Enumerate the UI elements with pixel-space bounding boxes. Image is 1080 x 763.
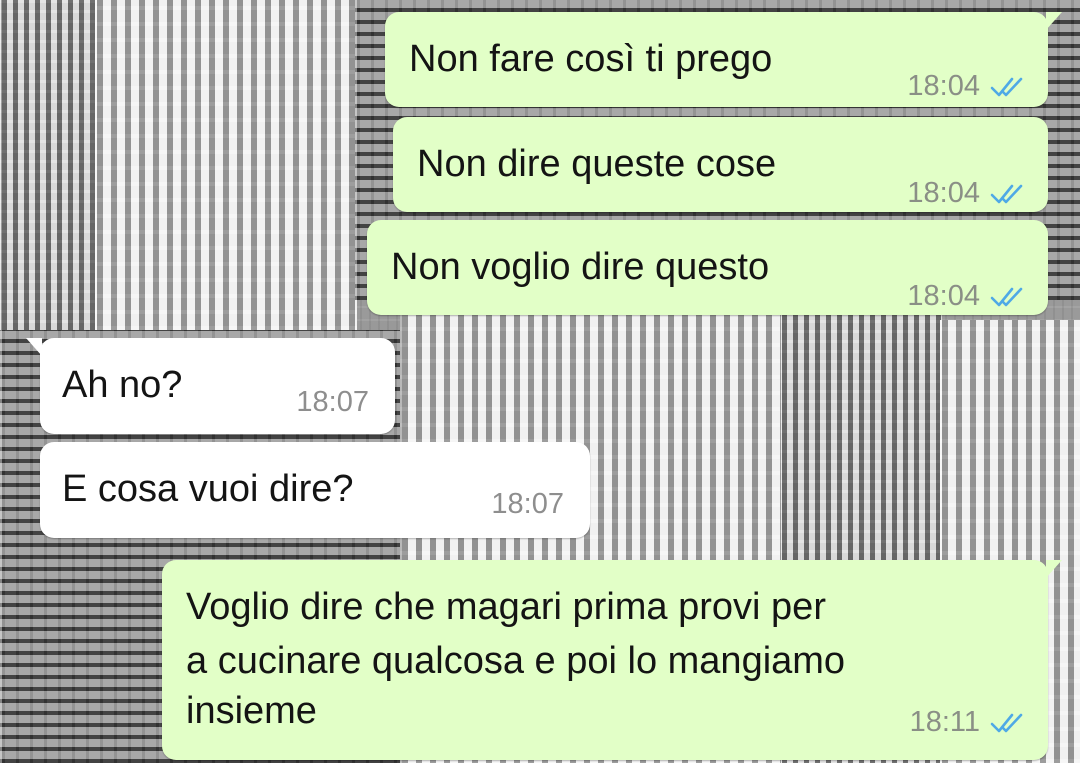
bubble-tail <box>1046 560 1062 578</box>
message-meta: 18:07 <box>491 488 564 521</box>
message-meta: 18:04 <box>907 177 1026 210</box>
message-meta: 18:04 <box>907 280 1026 313</box>
outgoing-message[interactable]: Non fare così ti prego 18:04 <box>385 12 1062 107</box>
bubble-tail <box>1046 12 1062 30</box>
message-text-line: Voglio dire che magari prima provi per <box>186 586 826 628</box>
message-text: E cosa vuoi dire? <box>62 468 354 510</box>
double-check-icon <box>990 77 1023 96</box>
message-text: Non fare così ti prego <box>409 38 773 80</box>
message-time: 18:11 <box>909 706 980 738</box>
message-text: Ah no? <box>62 364 183 406</box>
outgoing-message[interactable]: Voglio dire che magari prima provi per a… <box>162 560 1062 760</box>
message-time: 18:04 <box>907 280 980 312</box>
message-time: 18:04 <box>907 177 980 209</box>
message-text-line: a cucinare qualcosa e poi lo mangiamo <box>186 640 846 682</box>
outgoing-message[interactable]: Non dire queste cose 18:04 <box>393 117 1048 212</box>
double-check-icon <box>990 184 1023 203</box>
message-time: 18:07 <box>491 488 564 520</box>
incoming-message[interactable]: Ah no? 18:07 <box>26 338 395 434</box>
double-check-icon <box>990 287 1023 306</box>
bubble-tail <box>26 338 42 356</box>
double-check-icon <box>990 713 1023 732</box>
wallpaper-building <box>95 0 357 330</box>
message-text: Non dire queste cose <box>417 143 777 185</box>
message-time: 18:07 <box>296 386 369 418</box>
message-text-line: insieme <box>186 690 317 732</box>
message-time: 18:04 <box>907 70 980 102</box>
message-meta: 18:04 <box>907 70 1026 103</box>
message-text: Non voglio dire questo <box>391 246 770 288</box>
message-meta: 18:11 <box>910 706 1026 739</box>
incoming-message[interactable]: E cosa vuoi dire? 18:07 <box>40 442 590 538</box>
message-meta: 18:07 <box>296 386 369 419</box>
outgoing-message[interactable]: Non voglio dire questo 18:04 <box>367 220 1048 315</box>
